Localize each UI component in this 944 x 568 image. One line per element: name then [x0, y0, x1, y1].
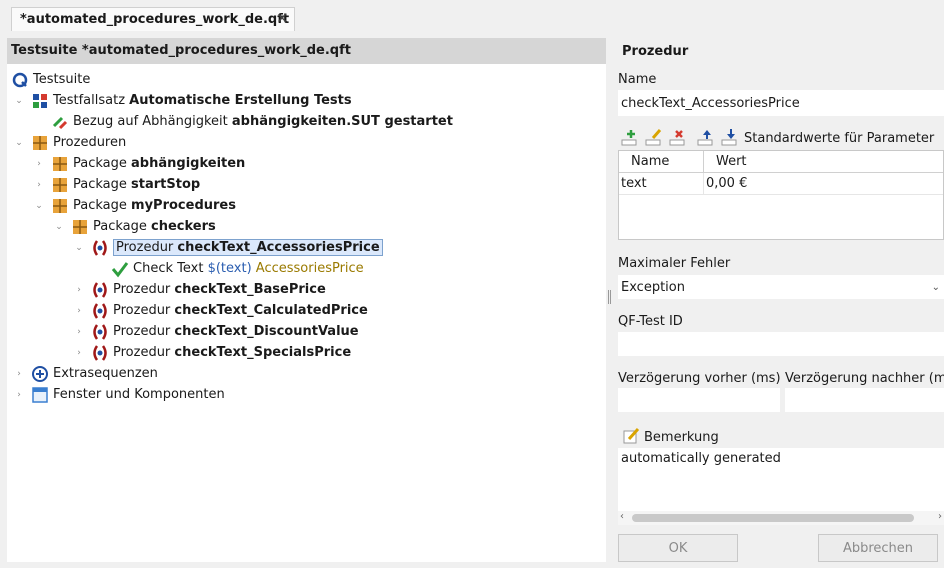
tree-node-procedure[interactable]: Prozedur checkText_DiscountValue — [91, 321, 359, 342]
chevron-right-icon[interactable]: › — [33, 174, 45, 195]
chevron-down-icon[interactable]: ⌄ — [33, 195, 45, 216]
tree-node-package[interactable]: Package startStop — [51, 174, 200, 195]
delay-before-label: Verzögerung vorher (ms) — [618, 371, 781, 386]
procedure-icon — [91, 302, 109, 320]
scroll-right-icon[interactable]: › — [938, 511, 942, 522]
qfid-label: QF-Test ID — [618, 314, 683, 329]
tree-node-extras[interactable]: Extrasequenzen — [31, 363, 158, 384]
chevron-right-icon[interactable]: › — [73, 300, 85, 321]
chevron-right-icon[interactable]: › — [13, 363, 25, 384]
table-header: Name Wert — [619, 151, 943, 173]
chevron-right-icon[interactable]: › — [13, 384, 25, 405]
tree-node-testsuite[interactable]: Testsuite — [11, 69, 90, 90]
tree-node-windows[interactable]: Fenster und Komponenten — [31, 384, 225, 405]
chevron-down-icon[interactable]: ⌄ — [13, 132, 25, 153]
edit-row-icon[interactable] — [644, 128, 664, 146]
chevron-down-icon[interactable]: ⌄ — [13, 90, 25, 111]
detail-heading: Prozedur — [622, 44, 689, 59]
chevron-right-icon[interactable]: › — [73, 279, 85, 300]
ok-button[interactable]: OK — [618, 534, 738, 562]
tree-panel: Testsuite *automated_procedures_work_de.… — [7, 38, 606, 562]
chevron-right-icon[interactable]: › — [73, 342, 85, 363]
comment-label: Bemerkung — [644, 430, 719, 445]
delay-after-field[interactable] — [785, 388, 944, 412]
defaults-label: Standardwerte für Parameter — [744, 131, 935, 146]
procedure-icon — [91, 323, 109, 341]
tree-node-procedure[interactable]: Prozedur checkText_BasePrice — [91, 279, 326, 300]
delay-before-field[interactable] — [618, 388, 780, 412]
procedure-icon — [91, 281, 109, 299]
procedure-icon — [91, 344, 109, 362]
window-icon — [31, 386, 49, 404]
cancel-button[interactable]: Abbrechen — [818, 534, 938, 562]
chevron-down-icon: ⌄ — [931, 281, 940, 293]
column-header-name[interactable]: Name — [619, 151, 704, 172]
tree-header: Testsuite *automated_procedures_work_de.… — [7, 38, 606, 64]
testsuite-icon — [11, 71, 29, 89]
table-row[interactable]: text 0,00 € — [619, 173, 943, 195]
max-error-select[interactable]: Exception ⌄ — [618, 275, 944, 299]
chevron-down-icon[interactable]: ⌄ — [73, 237, 85, 258]
tree-node-procedure[interactable]: Prozedur checkText_SpecialsPrice — [91, 342, 351, 363]
tree-node-procedure[interactable]: Prozedur checkText_CalculatedPrice — [91, 300, 368, 321]
delete-row-icon[interactable] — [668, 128, 688, 146]
tree-node-procedure-selected[interactable]: Prozedur checkText_AccessoriesPrice — [91, 237, 383, 258]
package-icon — [71, 218, 89, 236]
delay-after-label: Verzögerung nachher (ms) — [785, 371, 944, 386]
close-icon[interactable]: ✕ — [276, 11, 288, 27]
horizontal-scrollbar[interactable]: ‹ › — [618, 511, 944, 525]
scrollbar-thumb[interactable] — [632, 514, 914, 522]
qfid-field[interactable] — [618, 332, 944, 356]
add-row-icon[interactable] — [620, 128, 640, 146]
detail-panel: Prozedur Name Standardwerte für Paramete… — [612, 38, 944, 568]
name-field[interactable] — [618, 90, 944, 116]
name-label: Name — [618, 72, 657, 87]
tree-node-package[interactable]: Package myProcedures — [51, 195, 236, 216]
max-error-label: Maximaler Fehler — [618, 256, 731, 271]
package-icon — [51, 155, 69, 173]
splitter-handle[interactable] — [608, 290, 611, 304]
table-cell-name: text — [619, 173, 704, 194]
tree-node-dependency-ref[interactable]: Bezug auf Abhängigkeit abhängigkeiten.SU… — [51, 111, 453, 132]
chevron-right-icon[interactable]: › — [73, 321, 85, 342]
tab-file[interactable]: *automated_procedures_work_de.qft ✕ — [11, 7, 295, 31]
tab-bar: *automated_procedures_work_de.qft ✕ — [0, 0, 944, 36]
scroll-left-icon[interactable]: ‹ — [620, 511, 624, 522]
tree-node-package[interactable]: Package checkers — [71, 216, 216, 237]
tree-node-testfallsatz[interactable]: Testfallsatz Automatische Erstellung Tes… — [31, 90, 352, 111]
check-icon — [111, 260, 129, 278]
package-icon — [31, 134, 49, 152]
comment-field[interactable]: automatically generated — [618, 448, 944, 511]
comment-edit-icon[interactable] — [622, 427, 642, 445]
parameter-table: Name Wert text 0,00 € — [618, 150, 944, 240]
package-icon — [51, 176, 69, 194]
procedure-icon — [91, 239, 109, 257]
package-icon — [51, 197, 69, 215]
move-down-icon[interactable] — [720, 128, 740, 146]
column-header-value[interactable]: Wert — [704, 151, 943, 172]
move-up-icon[interactable] — [696, 128, 716, 146]
tree-node-procedures[interactable]: Prozeduren — [31, 132, 126, 153]
testset-icon — [31, 92, 49, 110]
chevron-right-icon[interactable]: › — [33, 153, 45, 174]
plus-circle-icon — [31, 365, 49, 383]
chevron-down-icon[interactable]: ⌄ — [53, 216, 65, 237]
selection-highlight: Prozedur checkText_AccessoriesPrice — [113, 239, 383, 256]
tree-node-check-text[interactable]: Check Text $(text) AccessoriesPrice — [111, 258, 364, 279]
tree-node-package[interactable]: Package abhängigkeiten — [51, 153, 245, 174]
tab-title: *automated_procedures_work_de.qft — [20, 12, 290, 27]
dependency-arrow-icon — [51, 113, 69, 131]
table-cell-value: 0,00 € — [706, 176, 748, 191]
